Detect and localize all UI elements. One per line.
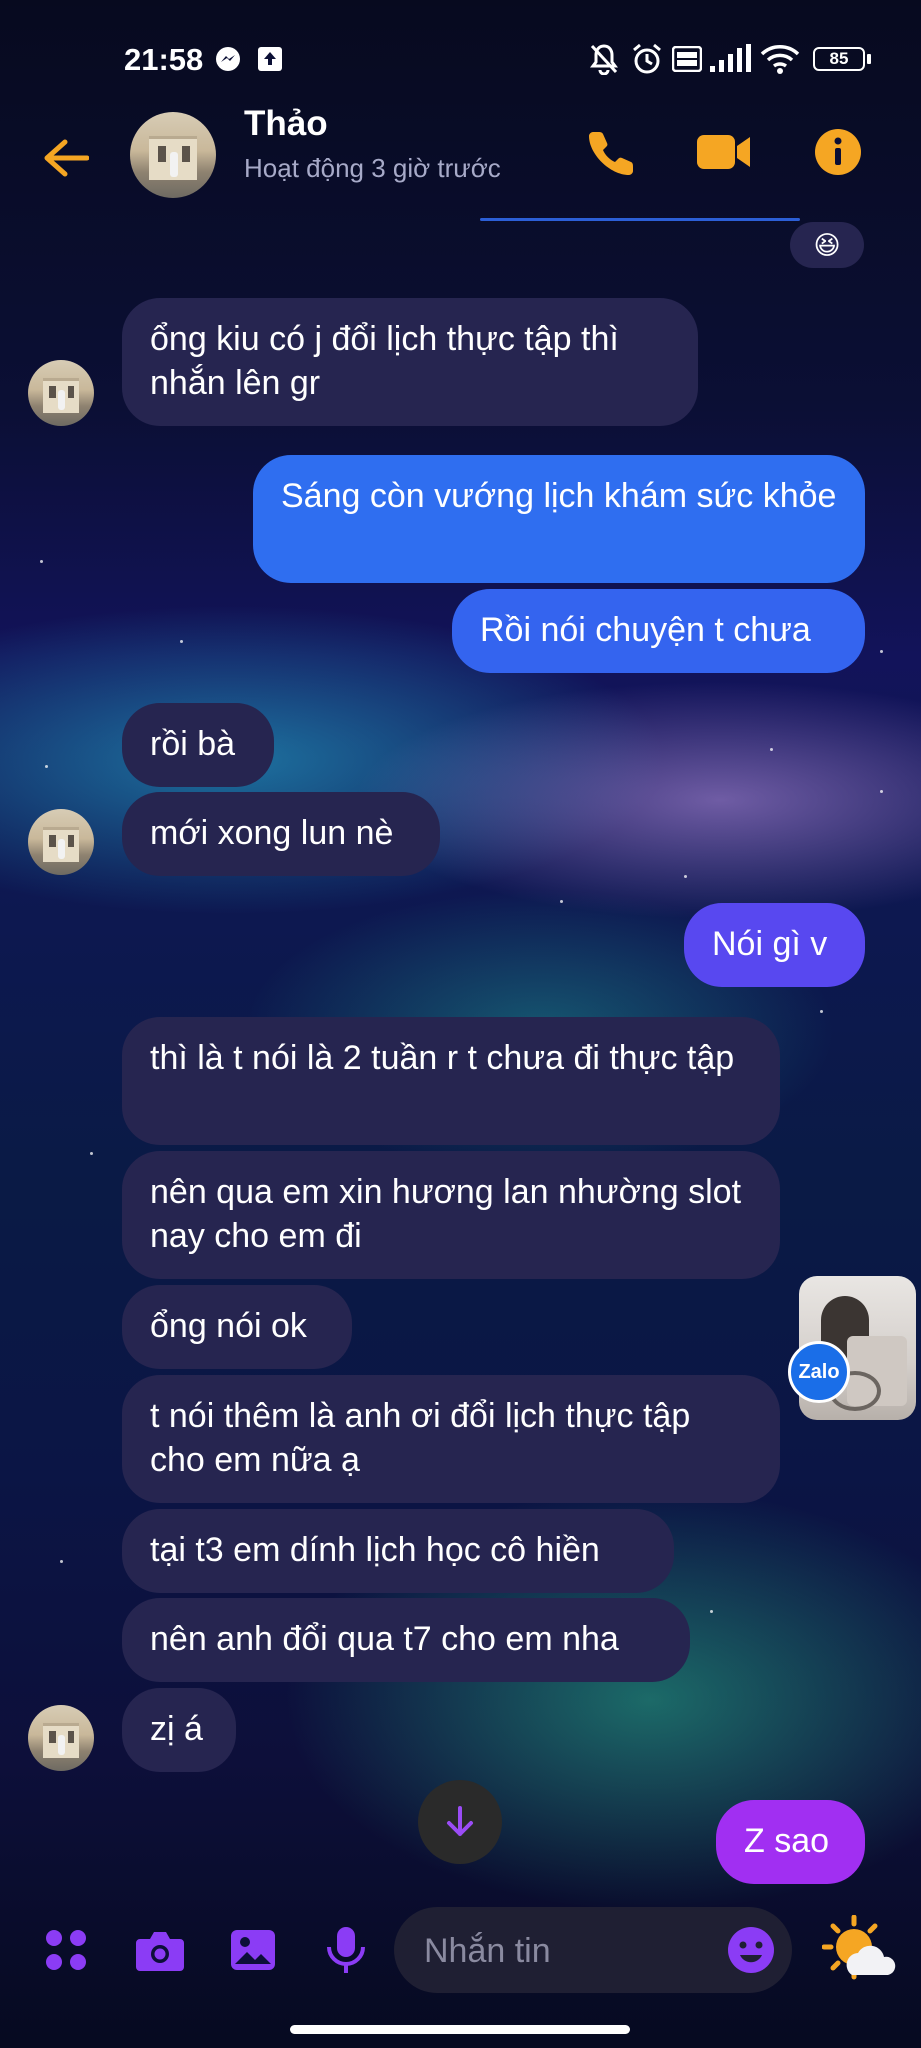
- message-incoming[interactable]: nên anh đổi qua t7 cho em nha: [122, 1598, 690, 1682]
- message-outgoing[interactable]: Rồi nói chuyện t chưa: [452, 589, 865, 673]
- message-input[interactable]: [422, 1907, 706, 1995]
- sender-avatar[interactable]: [28, 809, 94, 875]
- message-outgoing[interactable]: Nói gì v: [684, 903, 865, 987]
- message-incoming[interactable]: nên qua em xin hương lan nhường slot nay…: [122, 1151, 780, 1279]
- message-input-container[interactable]: [394, 1907, 792, 1995]
- message-incoming[interactable]: thì là t nói là 2 tuần r t chưa đi thực …: [122, 1017, 780, 1145]
- battery-icon: 85: [812, 42, 872, 76]
- video-camera-icon[interactable]: [694, 124, 754, 180]
- apps-icon[interactable]: [38, 1922, 94, 1978]
- status-bar: 21:58 85: [0, 0, 921, 110]
- zalo-badge[interactable]: Zalo: [788, 1341, 850, 1403]
- signal-icon: [708, 42, 752, 76]
- message-incoming[interactable]: ổng kiu có j đổi lịch thực tập thì nhắn …: [122, 298, 698, 426]
- previous-message-edge: [480, 218, 800, 221]
- message-incoming[interactable]: mới xong lun nè: [122, 792, 440, 876]
- message-incoming[interactable]: t nói thêm là anh ơi đổi lịch thực tập c…: [122, 1375, 780, 1503]
- messenger-icon: [214, 42, 242, 76]
- contact-avatar[interactable]: [130, 112, 216, 198]
- status-time: 21:58: [124, 42, 204, 77]
- info-icon[interactable]: [810, 124, 866, 180]
- message-outgoing[interactable]: Sáng còn vướng lịch khám sức khỏe: [253, 455, 865, 583]
- home-indicator[interactable]: [290, 2025, 630, 2034]
- emoji-icon[interactable]: [726, 1925, 776, 1975]
- wifi-icon: [760, 42, 800, 76]
- message-outgoing[interactable]: Z sao: [716, 1800, 865, 1884]
- contact-name[interactable]: Thảo: [244, 104, 328, 144]
- upload-icon: [256, 42, 284, 76]
- bell-off-icon: [588, 42, 620, 76]
- activity-status: Hoạt động 3 giờ trước: [244, 153, 501, 183]
- message-incoming[interactable]: rồi bà: [122, 703, 274, 787]
- arrow-down-icon: [447, 1806, 473, 1836]
- message-reaction[interactable]: 😆: [790, 222, 864, 268]
- message-incoming[interactable]: zị á: [122, 1688, 236, 1772]
- camera-icon[interactable]: [132, 1922, 188, 1978]
- battery-level: 85: [829, 49, 849, 68]
- microphone-icon[interactable]: [318, 1922, 374, 1978]
- weather-sun-cloud-icon[interactable]: [822, 1914, 898, 1986]
- message-incoming[interactable]: tại t3 em dính lịch học cô hiền: [122, 1509, 674, 1593]
- sender-avatar[interactable]: [28, 1705, 94, 1771]
- sender-avatar[interactable]: [28, 360, 94, 426]
- volte-icon: [672, 42, 702, 76]
- alarm-icon: [630, 42, 664, 76]
- phone-icon[interactable]: [584, 124, 640, 180]
- scroll-to-bottom-button[interactable]: [418, 1780, 502, 1864]
- message-incoming[interactable]: ổng nói ok: [122, 1285, 352, 1369]
- reaction-emoji: 😆: [813, 229, 841, 260]
- back-arrow-icon[interactable]: [38, 130, 94, 186]
- image-icon[interactable]: [225, 1922, 281, 1978]
